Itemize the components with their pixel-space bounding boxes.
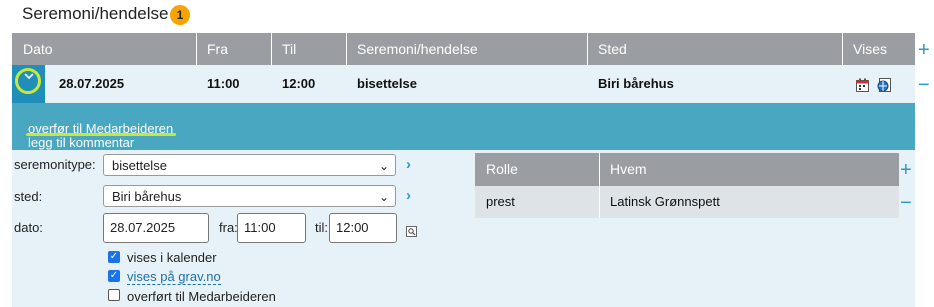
column-header-dato: Dato [23, 41, 53, 57]
row-sted: Biri bårehus [598, 76, 674, 91]
row-dato: 28.07.2025 [59, 76, 125, 91]
add-ceremony-button[interactable]: + [918, 40, 930, 60]
column-header-rolle: Rolle [486, 161, 518, 177]
sted-label: sted: [14, 189, 43, 204]
row-actions-panel: overfør til Medarbeideren legg til komme… [12, 103, 915, 150]
seremonitype-select[interactable]: bisettelse ⌄ [103, 154, 396, 176]
dato-label: dato: [14, 220, 43, 235]
til-input[interactable]: 12:00 [329, 213, 397, 243]
seremonitype-next-button[interactable]: › [406, 156, 411, 173]
fra-input[interactable]: 11:00 [237, 213, 306, 243]
ceremony-row[interactable]: 28.07.2025 11:00 12:00 bisettelse Biri b… [12, 65, 915, 103]
sted-select[interactable]: Biri bårehus ⌄ [103, 185, 396, 207]
row-fra: 11:00 [207, 76, 240, 91]
gravno-checkbox[interactable]: ✓ [108, 270, 120, 282]
overfort-checkbox[interactable] [108, 289, 120, 301]
calendar-icon[interactable] [856, 78, 870, 98]
row-til: 12:00 [282, 76, 316, 91]
kalender-checkbox[interactable]: ✓ [108, 251, 120, 263]
til-label: til: [315, 220, 328, 235]
gravno-checkbox-label[interactable]: vises på grav.no [127, 269, 221, 285]
calendar-picker-icon[interactable] [406, 224, 417, 242]
sted-next-button[interactable]: › [406, 187, 411, 204]
column-header-hvem: Hvem [610, 161, 647, 177]
dato-input[interactable]: 28.07.2025 [103, 213, 209, 243]
chevron-down-icon [12, 72, 45, 83]
expand-row-button[interactable] [12, 65, 45, 103]
role-table-header: Rolle Hvem [475, 153, 899, 186]
section-title: Seremoni/hendelse [22, 4, 169, 23]
column-header-seremoni: Seremoni/hendelse [357, 41, 478, 57]
remove-ceremony-button[interactable]: − [918, 75, 930, 95]
fra-label: fra: [219, 220, 238, 235]
role-hvem: Latinsk Grønnspett [610, 194, 720, 209]
chevron-down-icon: ⌄ [378, 159, 389, 173]
kalender-checkbox-label: vises i kalender [127, 250, 217, 265]
add-role-button[interactable]: + [900, 160, 912, 180]
web-icon[interactable] [876, 77, 892, 98]
chevron-down-icon: ⌄ [378, 190, 389, 204]
overfort-checkbox-label: overført til Medarbeideren [127, 289, 276, 304]
role-row[interactable]: prest Latinsk Grønnspett [475, 186, 899, 218]
column-header-fra: Fra [207, 41, 228, 57]
column-header-vises: Vises [853, 41, 887, 57]
sted-value: Biri bårehus [112, 189, 182, 204]
count-badge: 1 [170, 5, 190, 25]
add-comment-link[interactable]: legg til kommentar [28, 135, 134, 150]
column-header-sted: Sted [598, 41, 627, 57]
row-seremoni: bisettelse [357, 76, 417, 91]
highlight-underline [26, 133, 176, 136]
seremonitype-value: bisettelse [112, 158, 167, 173]
seremonitype-label: seremonitype: [14, 157, 96, 172]
ceremony-table-header: Dato Fra Til Seremoni/hendelse Sted Vise… [12, 33, 915, 65]
role-rolle: prest [486, 194, 515, 209]
column-header-til: Til [282, 41, 297, 57]
remove-role-button[interactable]: − [900, 193, 912, 213]
